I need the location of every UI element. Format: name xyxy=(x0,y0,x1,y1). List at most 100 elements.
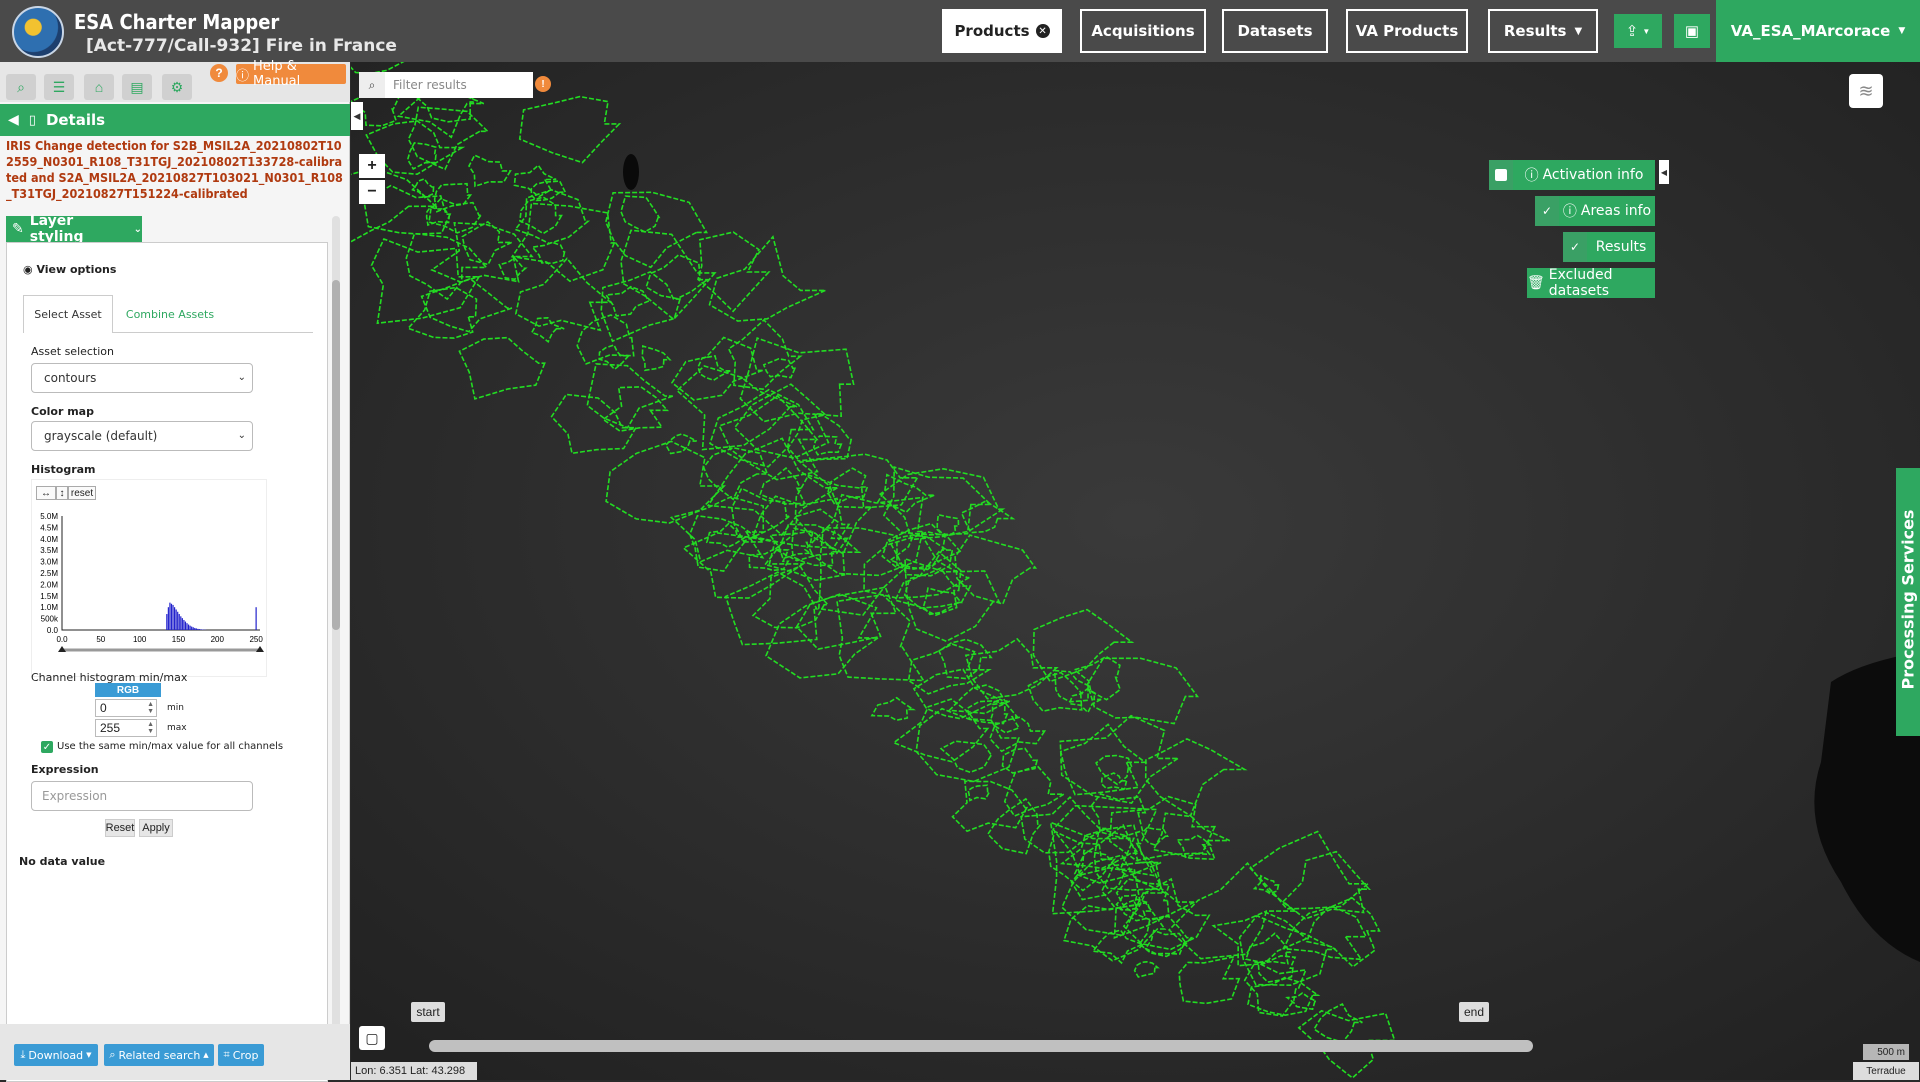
y-tick-label: 3.0M xyxy=(40,558,58,567)
datasets-tab[interactable]: Datasets xyxy=(1222,9,1328,53)
spinner-icon[interactable]: ▲ ▼ xyxy=(147,701,154,715)
apply-button[interactable]: Apply xyxy=(139,819,173,837)
min-input[interactable]: 0 ▲ ▼ xyxy=(95,699,157,717)
panel-scrollbar-thumb[interactable] xyxy=(332,280,340,630)
map-canvas[interactable] xyxy=(351,62,1920,1080)
gear-icon: ⚙ xyxy=(170,78,184,95)
layer-styling-header[interactable]: ✎ Layer styling ⌄ xyxy=(6,213,142,245)
settings-tool-button[interactable]: ⚙ xyxy=(162,74,192,100)
help-manual-button[interactable]: ⓘ Help & Manual xyxy=(236,59,346,89)
expression-input[interactable]: Expression xyxy=(31,781,253,811)
info-icon: ⓘ xyxy=(1524,168,1539,184)
products-tab[interactable]: Products ✕ xyxy=(942,9,1062,53)
basket-tool-button[interactable]: ⌂ xyxy=(84,74,114,100)
related-search-button[interactable]: ⌕ Related search ▲ xyxy=(104,1044,214,1066)
results-dropdown-label: Results xyxy=(1503,22,1567,40)
same-minmax-checkbox[interactable]: ✓ xyxy=(41,741,53,753)
info-icon: ⓘ xyxy=(236,68,250,84)
max-input[interactable]: 255 ▲ ▼ xyxy=(95,719,157,737)
histogram-reset-button[interactable]: reset xyxy=(68,486,96,500)
caret-down-icon: ▼ xyxy=(1642,26,1651,36)
horizontal-resize-icon[interactable]: ↔ xyxy=(36,486,56,500)
timeline-slider[interactable] xyxy=(429,1040,1533,1052)
map-view[interactable]: ◀ ⌕ Filter results ! + − ≋ ⓘ Activation … xyxy=(351,62,1920,1080)
user-menu[interactable]: VA_ESA_MArcorace ▼ xyxy=(1716,0,1920,62)
timeline-end-label[interactable]: end xyxy=(1459,1002,1489,1022)
details-header[interactable]: ◀ ▯ Details xyxy=(0,104,350,136)
draw-rectangle-button[interactable]: ▢ xyxy=(359,1026,385,1050)
x-tick-label: 150 xyxy=(172,635,186,644)
document-icon: ▯ xyxy=(28,112,36,128)
histogram-chart[interactable]: ↔ ↕ reset 5.0M 4.5M 4.0M 3.5M 3.0M 2.5M 2.0M 1.… xyxy=(31,479,267,677)
upload-dropdown-button[interactable]: ⇪ ▼ xyxy=(1614,14,1662,48)
timeline-start-label[interactable]: start xyxy=(411,1002,445,1022)
crop-button[interactable]: ⌗ Crop xyxy=(218,1044,264,1066)
collapse-left-panel-button[interactable]: ◀ xyxy=(351,102,363,130)
excluded-datasets-button[interactable]: 🗑 Excluded datasets xyxy=(1527,267,1655,299)
results-toggle[interactable]: ✓ xyxy=(1563,232,1587,262)
rgb-channel-badge[interactable]: RGB xyxy=(95,683,161,697)
products-tab-label: Products xyxy=(954,22,1030,40)
details-label: Details xyxy=(45,111,106,129)
results-button[interactable]: Results xyxy=(1587,232,1655,262)
zoom-out-button[interactable]: − xyxy=(359,180,385,204)
help-question-icon[interactable]: ? xyxy=(210,64,228,82)
y-tick-label: 4.0M xyxy=(40,535,58,544)
list-tool-button[interactable]: ☰ xyxy=(44,74,74,100)
max-value: 255 xyxy=(100,721,121,735)
download-button[interactable]: ⤓ Download ▼ xyxy=(14,1044,98,1066)
back-chevron-icon[interactable]: ◀ xyxy=(8,112,19,128)
va-products-tab[interactable]: VA Products xyxy=(1346,9,1468,53)
y-tick-label: 5.0M xyxy=(40,512,58,521)
activation-info-button[interactable]: ⓘ Activation info xyxy=(1513,160,1655,190)
archive-tool-button[interactable]: ▤ xyxy=(122,74,152,100)
results-dropdown[interactable]: Results ▼ xyxy=(1488,9,1598,53)
tool-row: ⌕ ☰ ⌂ ▤ ⚙ ? ⓘ Help & Manual xyxy=(0,59,350,102)
tab-combine-assets[interactable]: Combine Assets xyxy=(115,295,225,333)
y-tick-label: 500k xyxy=(41,615,59,624)
spinner-icon[interactable]: ▲ ▼ xyxy=(147,721,154,735)
map-attribution[interactable]: Terradue xyxy=(1853,1062,1919,1080)
zoom-in-button[interactable]: + xyxy=(359,154,385,178)
coordinates-readout: Lon: 6.351 Lat: 43.298 xyxy=(351,1062,477,1080)
archive-icon: ▤ xyxy=(130,78,144,95)
color-map-select[interactable]: grayscale (default) ⌄ xyxy=(31,421,253,451)
warning-icon[interactable]: ! xyxy=(535,76,551,92)
processing-services-label[interactable]: Processing Services xyxy=(1899,510,1918,690)
panel-scrollbar[interactable] xyxy=(332,216,340,1056)
reservoir xyxy=(623,154,639,190)
layers-button[interactable]: ≋ xyxy=(1849,74,1883,108)
info-icon: ⓘ xyxy=(1562,204,1577,220)
tab-select-asset[interactable]: Select Asset xyxy=(23,295,113,333)
collapse-right-button[interactable]: ◀ xyxy=(1659,160,1669,184)
acquisitions-tab[interactable]: Acquisitions xyxy=(1080,9,1206,53)
view-options[interactable]: ◉ View options xyxy=(23,263,116,276)
excluded-datasets-label: Excluded datasets xyxy=(1548,267,1613,299)
asset-selection-label: Asset selection xyxy=(31,345,115,358)
list-icon: ☰ xyxy=(52,78,66,95)
top-header: ESA Charter Mapper [Act-777/Call-932] Fi… xyxy=(0,0,1920,62)
filter-results-input[interactable]: Filter results xyxy=(385,72,533,98)
filter-search-button[interactable]: ⌕ xyxy=(359,72,385,98)
y-tick-label: 4.5M xyxy=(40,523,58,532)
vertical-resize-icon[interactable]: ↕ xyxy=(56,486,68,500)
activation-info-toggle[interactable] xyxy=(1489,160,1513,190)
search-tool-button[interactable]: ⌕ xyxy=(6,74,36,100)
areas-info-toggle[interactable]: ✓ xyxy=(1535,196,1559,226)
caret-down-icon: ▼ xyxy=(86,1051,92,1059)
close-circle-icon[interactable]: ✕ xyxy=(1035,24,1050,38)
x-tick-label: 50 xyxy=(96,635,105,644)
esa-charter-logo[interactable] xyxy=(12,6,64,58)
reset-button[interactable]: Reset xyxy=(105,819,135,837)
app-title: ESA Charter Mapper xyxy=(74,10,280,34)
histogram-axis xyxy=(61,516,260,631)
asset-selection-select[interactable]: contours ⌄ xyxy=(31,363,253,393)
chevron-down-circle-icon[interactable]: ⌄ xyxy=(134,224,142,235)
briefcase-button[interactable]: ▣ xyxy=(1674,14,1710,48)
eye-icon: ◉ xyxy=(23,263,33,276)
activation-info-label: Activation info xyxy=(1542,167,1644,183)
chevron-down-icon: ⌄ xyxy=(237,430,246,441)
product-name: IRIS Change detection for S2B_MSIL2A_202… xyxy=(6,138,343,201)
y-tick-label: 0.0 xyxy=(47,626,59,635)
areas-info-button[interactable]: ⓘ Areas info xyxy=(1559,196,1655,226)
